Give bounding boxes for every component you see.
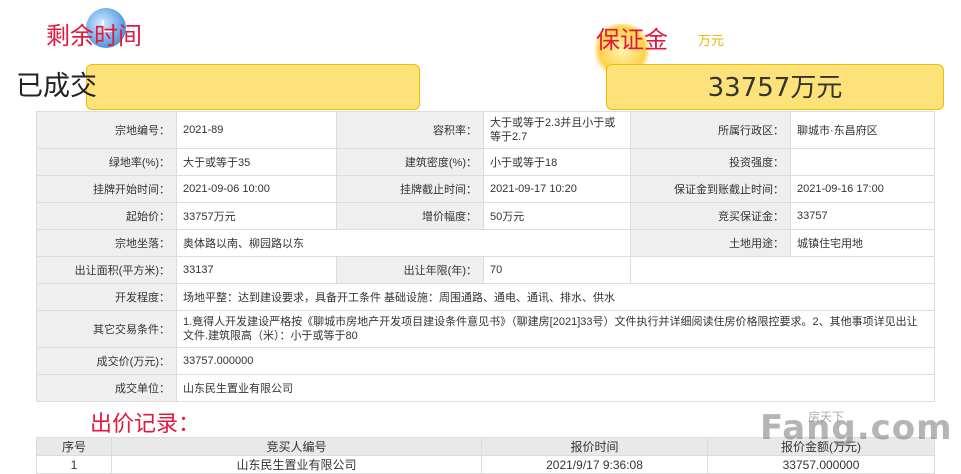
plot-ratio-value: 大于或等于2.3并且小于或等于2.7 [483,111,631,149]
development-value: 场地平整：达到建设要求，具备开工条件 基础设施：周围通路、通电、通讯、排水、供水 [176,283,935,311]
deal-status: 已成交 [16,71,97,102]
parcel-no-value: 2021-89 [176,111,337,149]
table-row: 挂牌开始时间： 2021-09-06 10:00 挂牌截止时间： 2021-09… [36,175,935,203]
building-density-value: 小于或等于18 [483,148,631,176]
deal-price-value: 33757.000000 [176,347,935,375]
location-label: 宗地坐落： [36,229,177,257]
term-value: 70 [483,256,631,284]
listing-start-label: 挂牌开始时间： [36,175,177,203]
col-header-bidder: 竞买人编号 [111,437,482,456]
deal-unit-label: 成交单位： [36,374,177,402]
green-ratio-value: 大于或等于35 [176,148,337,176]
listing-end-label: 挂牌截止时间： [336,175,484,203]
table-row: 出让面积(平方米)： 33137 出让年限(年)： 70 [36,256,935,284]
bid-deposit-label: 竞买保证金： [630,202,791,230]
other-conditions-value: 1.竟得人开发建设严格按《聊城市房地产开发项目建设条件意见书》（聊建房[2021… [176,310,935,348]
land-info-table: 宗地编号： 2021-89 容积率： 大于或等于2.3并且小于或等于2.7 所属… [36,111,935,402]
listing-start-value: 2021-09-06 10:00 [176,175,337,203]
table-row: 1 山东民生置业有限公司 2021/9/17 9:36:08 33757.000… [36,455,935,474]
development-label: 开发程度： [36,283,177,311]
plot-ratio-label: 容积率： [336,111,484,149]
increment-value: 50万元 [483,202,631,230]
deal-unit-value: 山东民生置业有限公司 [176,374,935,402]
increment-label: 增价幅度： [336,202,484,230]
table-row: 宗地坐落： 奥体路以南、柳园路以东 土地用途： 城镇住宅用地 [36,229,935,257]
unit-label: 万元 [698,34,725,49]
table-row: 成交价(万元)： 33757.000000 [36,347,935,375]
remaining-time-label: 剩余时间 [46,22,142,50]
bid-amount: 33757.000000 [707,455,935,474]
remaining-time-box [86,64,420,110]
land-use-value: 城镇住宅用地 [790,229,935,257]
other-conditions-label: 其它交易条件： [36,310,177,348]
col-header-time: 报价时间 [481,437,708,456]
table-row: 起始价： 33757万元 增价幅度： 50万元 竞买保证金： 33757 [36,202,935,230]
bid-bidder: 山东民生置业有限公司 [111,455,482,474]
bid-deposit-value: 33757 [790,202,935,230]
area-label: 出让面积(平方米)： [36,256,177,284]
starting-price-label: 起始价： [36,202,177,230]
deposit-deadline-label: 保证金到账截止时间： [630,175,791,203]
bid-no: 1 [36,455,112,474]
starting-price-value: 33757万元 [176,202,337,230]
green-ratio-label: 绿地率(%)： [36,148,177,176]
table-row: 开发程度： 场地平整：达到建设要求，具备开工条件 基础设施：周围通路、通电、通讯… [36,283,935,311]
term-label: 出让年限(年)： [336,256,484,284]
area-value: 33137 [176,256,337,284]
building-density-label: 建筑密度(%)： [336,148,484,176]
table-row: 其它交易条件： 1.竟得人开发建设严格按《聊城市房地产开发项目建设条件意见书》（… [36,310,935,348]
col-header-no: 序号 [36,437,112,456]
deposit-label: 保证金 [596,26,668,54]
investment-intensity-value [790,148,935,176]
empty-cell [630,256,935,284]
watermark-logo: Fang.com [760,408,953,448]
table-row: 绿地率(%)： 大于或等于35 建筑密度(%)： 小于或等于18 投资强度： [36,148,935,176]
watermark-sub: 房天下 [808,410,845,424]
listing-end-value: 2021-09-17 10:20 [483,175,631,203]
deal-price-label: 成交价(万元)： [36,347,177,375]
bid-records-title: 出价记录： [90,412,201,437]
table-row: 成交单位： 山东民生置业有限公司 [36,374,935,402]
location-value: 奥体路以南、柳园路以东 [176,229,631,257]
land-use-label: 土地用途： [630,229,791,257]
district-label: 所属行政区： [630,111,791,149]
investment-intensity-label: 投资强度： [630,148,791,176]
bid-time: 2021/9/17 9:36:08 [481,455,708,474]
deposit-amount: 33757万元 [707,73,843,103]
deposit-deadline-value: 2021-09-16 17:00 [790,175,935,203]
district-value: 聊城市·东昌府区 [790,111,935,149]
deposit-amount-box: 33757万元 [606,64,944,110]
table-row: 宗地编号： 2021-89 容积率： 大于或等于2.3并且小于或等于2.7 所属… [36,111,935,149]
parcel-no-label: 宗地编号： [36,111,177,149]
